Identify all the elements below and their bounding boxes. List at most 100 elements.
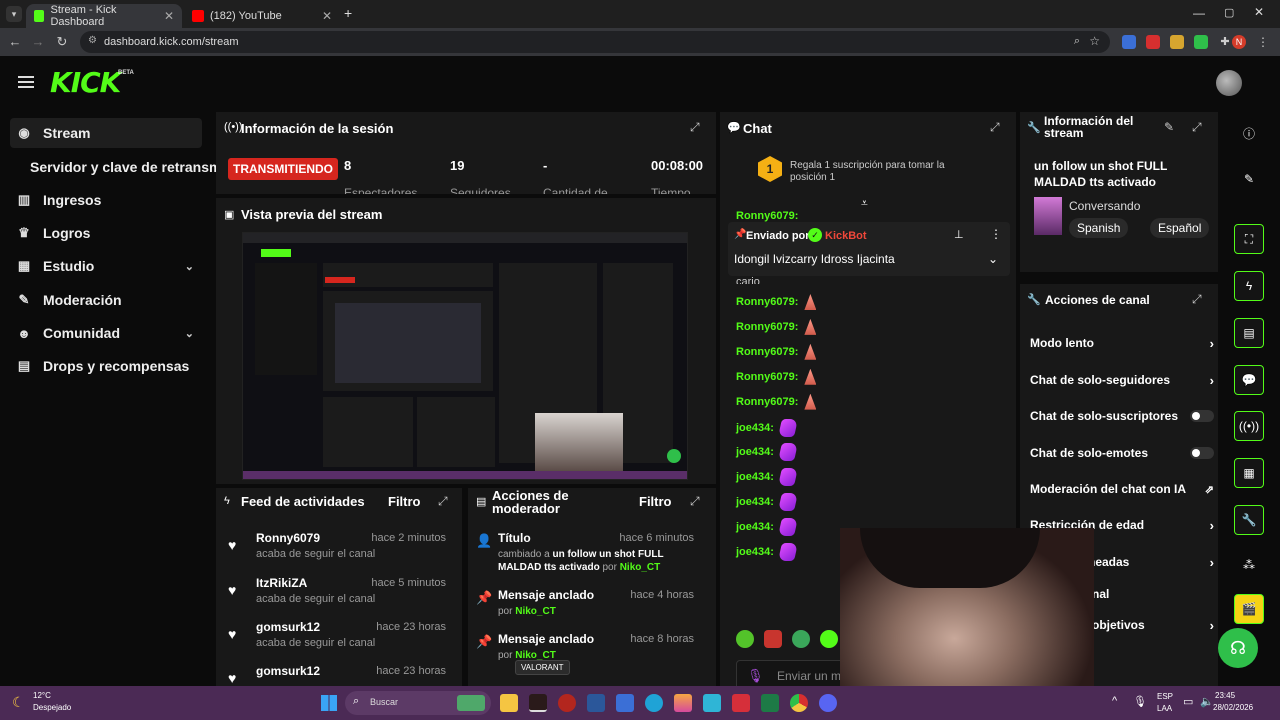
pinned-message[interactable]: 📌 Enviado por ✓ KickBot ⊥ ⋮ Idongil Iviz… xyxy=(728,222,1010,276)
action-subscribers-only[interactable]: Chat de solo-suscriptores xyxy=(1030,406,1214,426)
expand-icon[interactable]: ⤢ xyxy=(990,120,1000,135)
chat-message[interactable]: Ronny6079: xyxy=(736,343,817,360)
expand-icon[interactable]: ⤢ xyxy=(690,120,700,135)
tag-chip[interactable]: Spanish xyxy=(1069,218,1129,238)
tab-youtube[interactable]: (182) YouTube ✕ xyxy=(184,4,340,28)
tag-chip[interactable]: Español xyxy=(1150,218,1210,238)
address-bar[interactable]: ⚙ dashboard.kick.com/stream ⌕ ☆ xyxy=(80,31,1110,53)
app-blue-icon[interactable] xyxy=(616,694,634,712)
extension-1-icon[interactable] xyxy=(1122,35,1136,49)
gift-subscription-prompt[interactable]: Regala 1 suscripción para tomar la posic… xyxy=(790,160,966,184)
emote-icon[interactable] xyxy=(820,630,838,648)
chevron-down-icon[interactable]: ⌄ xyxy=(988,252,998,266)
app-cyan-icon[interactable] xyxy=(703,694,721,712)
extensions-puzzle-icon[interactable]: ✚ xyxy=(1218,35,1232,49)
expand-icon[interactable]: ⤢ xyxy=(1192,292,1202,307)
action-slow-mode[interactable]: Modo lento › xyxy=(1030,333,1214,353)
emote-icon[interactable] xyxy=(792,630,810,648)
emote-icon[interactable] xyxy=(736,630,754,648)
kick-logo[interactable]: KICK xyxy=(50,66,121,99)
sidebar-item-comunidad[interactable]: ☻ Comunidad ⌄ xyxy=(10,318,202,348)
feed-username[interactable]: Ronny6079 xyxy=(256,531,320,545)
close-tab-icon[interactable]: ✕ xyxy=(322,9,332,23)
edit-pencil-icon[interactable]: ✎ xyxy=(1164,120,1174,134)
document-icon[interactable]: ▤ xyxy=(1234,318,1264,348)
windows-start-icon[interactable] xyxy=(321,695,337,711)
community-icon[interactable]: ⁂ xyxy=(1234,550,1264,580)
forward-icon[interactable]: → xyxy=(26,34,50,49)
sidebar-item-ingresos[interactable]: ▥ Ingresos xyxy=(10,185,202,215)
excel-icon[interactable] xyxy=(761,694,779,712)
chat-icon[interactable]: 💬 xyxy=(1234,365,1264,395)
chat-username[interactable]: Ronny6079: xyxy=(736,346,798,358)
stream-preview-video[interactable] xyxy=(242,232,688,480)
chat-username[interactable]: Ronny6079: xyxy=(736,396,798,408)
chat-username[interactable]: Ronny6079: xyxy=(736,296,798,308)
user-avatar[interactable] xyxy=(1216,70,1242,96)
info-icon[interactable]: ⓘ xyxy=(1234,118,1264,148)
word-icon[interactable] xyxy=(587,694,605,712)
sidebar-item-drops[interactable]: ▤ Drops y recompensas xyxy=(10,351,202,381)
chat-message[interactable]: joe434: xyxy=(736,468,798,487)
edge-icon[interactable] xyxy=(645,694,663,712)
network-icon[interactable]: ▭ xyxy=(1183,695,1193,708)
chat-message[interactable]: Ronny6079: xyxy=(736,368,817,385)
chat-message[interactable]: joe434: xyxy=(736,493,798,512)
tab-kick-dashboard[interactable]: Stream - Kick Dashboard ✕ xyxy=(26,4,182,28)
app-red-square-icon[interactable] xyxy=(732,694,750,712)
valorant-icon[interactable] xyxy=(529,694,547,712)
language-top[interactable]: ESP xyxy=(1157,692,1173,701)
support-chat-button[interactable]: ☊ xyxy=(1218,628,1258,668)
chat-message[interactable]: Ronny6079: xyxy=(736,294,817,310)
chat-message[interactable]: joe434: xyxy=(736,518,798,537)
clock-time[interactable]: 23:45 xyxy=(1215,691,1235,700)
maximize-icon[interactable]: ▢ xyxy=(1224,6,1234,19)
app-gradient-icon[interactable] xyxy=(674,694,692,712)
tab-list-button[interactable]: ▾ xyxy=(6,6,22,22)
chat-username[interactable]: Ronny6079: xyxy=(736,321,798,333)
browser-menu-icon[interactable]: ⋮ xyxy=(1256,35,1270,49)
weather-moon-icon[interactable]: ☾ xyxy=(12,694,25,711)
hamburger-menu-icon[interactable] xyxy=(18,76,34,88)
clapper-icon[interactable]: 🎬 xyxy=(1234,594,1264,624)
broadcast-icon[interactable]: ((•)) xyxy=(1234,411,1264,441)
edit-pencil-icon[interactable]: ✎ xyxy=(1234,164,1264,194)
list-item[interactable]: 📌 Mensaje anclado hace 4 horas por Niko_… xyxy=(468,588,708,624)
chat-message[interactable]: joe434: xyxy=(736,443,798,462)
action-ai-moderation[interactable]: Moderación del chat con IA ⇗ xyxy=(1030,479,1214,499)
sidebar-item-logros[interactable]: ♛ Logros xyxy=(10,218,202,248)
tray-mic-icon[interactable]: 🎙 xyxy=(1133,695,1147,708)
new-tab-button[interactable]: + xyxy=(344,5,352,21)
weather-temp[interactable]: 12°C xyxy=(33,691,51,700)
list-item[interactable]: 📌 Mensaje anclado hace 8 horas por Niko_… xyxy=(468,632,708,668)
unpin-icon[interactable]: ⊥ xyxy=(954,228,964,241)
chat-username[interactable]: joe434: xyxy=(736,521,774,533)
pinned-sender[interactable]: KickBot xyxy=(825,230,867,242)
sidebar-item-estudio[interactable]: ▦ Estudio ⌄ xyxy=(10,251,202,281)
lightning-icon[interactable]: ϟ xyxy=(1234,271,1264,301)
subscribers-only-toggle[interactable] xyxy=(1190,410,1214,422)
back-icon[interactable]: ← xyxy=(3,34,27,49)
chat-message[interactable]: joe434: xyxy=(736,543,798,561)
emote-icon[interactable] xyxy=(764,630,782,648)
expand-icon[interactable]: ⤢ xyxy=(690,494,700,509)
collapse-pinned-icon[interactable]: ⩡ xyxy=(861,196,868,211)
feed-username[interactable]: gomsurk12 xyxy=(256,664,320,678)
chat-username[interactable]: joe434: xyxy=(736,446,774,458)
profile-icon[interactable]: N xyxy=(1232,35,1246,49)
chat-username[interactable]: joe434: xyxy=(736,471,774,483)
site-info-icon[interactable]: ⚙ xyxy=(88,35,97,46)
close-window-icon[interactable]: ✕ xyxy=(1254,5,1264,19)
list-item[interactable]: ♥ gomsurk12 hace 23 horas xyxy=(216,664,456,686)
mod-view-icon[interactable]: ▦ xyxy=(1234,458,1264,488)
wrench-icon[interactable]: 🔧 xyxy=(1234,505,1264,535)
tray-overflow-icon[interactable]: ^ xyxy=(1112,695,1117,707)
sidebar-item-stream[interactable]: ◉ Stream xyxy=(10,118,202,148)
chat-username[interactable]: joe434: xyxy=(736,496,774,508)
microphone-icon[interactable]: 🎙 xyxy=(747,668,764,684)
chat-username-partial[interactable]: Ronny6079: xyxy=(736,210,798,222)
zoom-icon[interactable]: ⌕ xyxy=(1074,35,1080,48)
action-followers-only[interactable]: Chat de solo-seguidores › xyxy=(1030,370,1214,390)
feed-username[interactable]: ItzRikiZA xyxy=(256,576,307,590)
chat-username[interactable]: Ronny6079: xyxy=(736,371,798,383)
